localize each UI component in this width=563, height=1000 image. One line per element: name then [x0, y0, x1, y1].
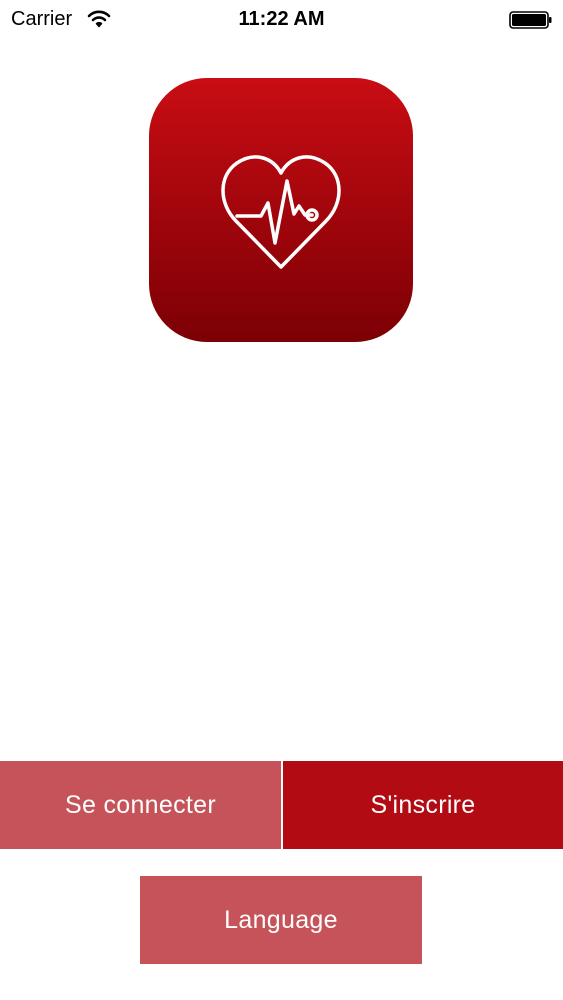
status-time: 11:22 AM [238, 8, 325, 30]
login-button-label: Se connecter [65, 790, 216, 819]
app-logo [149, 78, 413, 342]
battery-icon [509, 11, 553, 29]
signup-button[interactable]: S'inscrire [283, 761, 563, 849]
login-button[interactable]: Se connecter [0, 761, 281, 849]
signup-button-label: S'inscrire [370, 790, 476, 819]
status-bar: Carrier 11:22 AM [0, 0, 563, 40]
language-button[interactable]: Language [140, 876, 422, 964]
heart-pulse-stethoscope-icon [221, 155, 341, 269]
language-button-label: Language [224, 905, 338, 934]
